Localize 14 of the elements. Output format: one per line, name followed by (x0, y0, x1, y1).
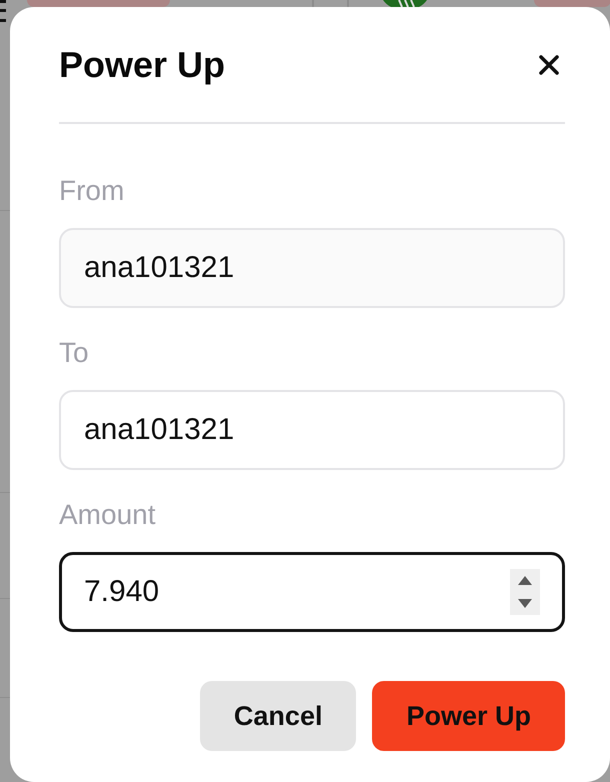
number-field[interactable]: 7.940 (59, 552, 565, 632)
input-field[interactable]: ana101321 (59, 390, 565, 470)
cancel-button[interactable]: Cancel (200, 681, 356, 751)
dialog-title: Power Up (59, 43, 226, 87)
close-button[interactable] (539, 55, 559, 75)
caret-down-icon[interactable] (518, 599, 532, 608)
caret-up-icon[interactable] (518, 576, 532, 585)
power-up-button[interactable]: Power Up (372, 681, 565, 751)
menu-icon (0, 0, 6, 22)
field-label: Amount (59, 498, 156, 532)
input-field[interactable]: ana101321 (59, 228, 565, 308)
field-label: From (59, 174, 126, 208)
stepper-control[interactable] (510, 569, 540, 615)
field-label: To (59, 336, 90, 370)
